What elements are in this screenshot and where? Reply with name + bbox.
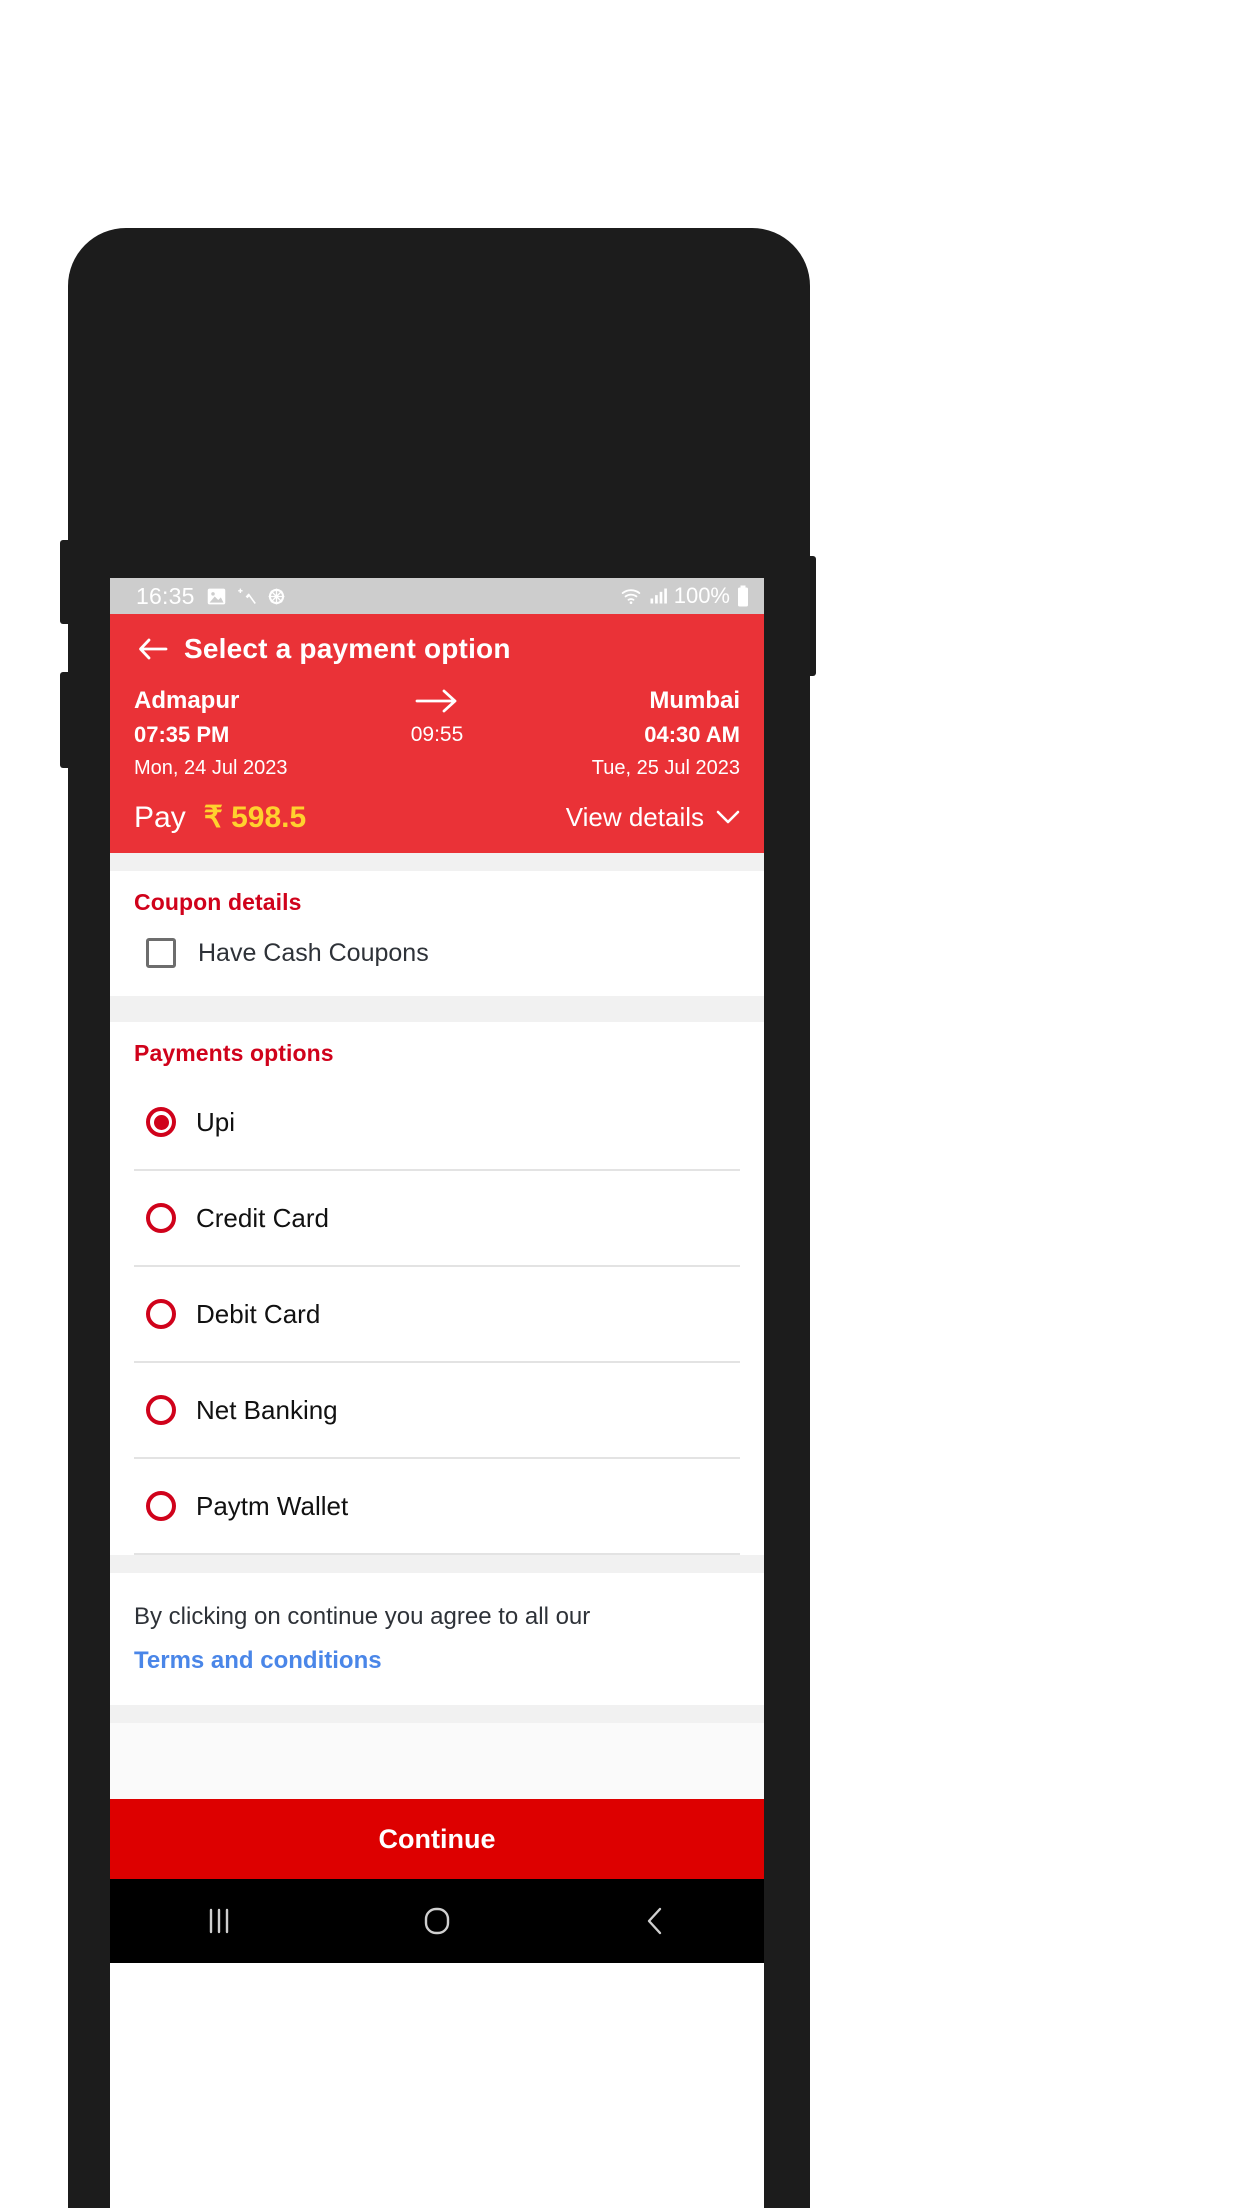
status-bar-system-icons: 100% bbox=[620, 583, 750, 609]
section-divider bbox=[110, 996, 764, 1022]
cash-coupon-label: Have Cash Coupons bbox=[198, 938, 429, 967]
title-bar: Select a payment option bbox=[110, 614, 764, 684]
coupon-section-title: Coupon details bbox=[134, 889, 302, 915]
magic-wand-icon bbox=[237, 588, 256, 604]
volume-down-button[interactable] bbox=[60, 672, 70, 768]
destination-date: Tue, 25 Jul 2023 bbox=[591, 757, 740, 779]
bottom-filler bbox=[110, 1723, 764, 1799]
recents-icon[interactable] bbox=[159, 1905, 279, 1937]
payment-option-debit-card[interactable]: Debit Card bbox=[134, 1267, 740, 1363]
back-arrow-icon[interactable] bbox=[136, 632, 170, 666]
destination-time-block: 04:30 AM bbox=[540, 718, 740, 752]
payment-option-label: Debit Card bbox=[196, 1298, 321, 1329]
journey-summary: Admapur Mumbai 07:35 PM 09:55 04:30 AM M… bbox=[110, 684, 764, 784]
journey-arrow-block bbox=[367, 684, 507, 718]
page-title: Select a payment option bbox=[184, 633, 511, 664]
journey-times-row: 07:35 PM 09:55 04:30 AM bbox=[134, 718, 740, 752]
origin-date-block: Mon, 24 Jul 2023 bbox=[134, 752, 334, 784]
continue-button-label: Continue bbox=[378, 1823, 496, 1854]
payments-section-title: Payments options bbox=[134, 1040, 334, 1066]
journey-dates-row: Mon, 24 Jul 2023 Tue, 25 Jul 2023 bbox=[134, 752, 740, 784]
payment-option-net-banking[interactable]: Net Banking bbox=[134, 1363, 740, 1459]
payment-option-label: Net Banking bbox=[196, 1394, 338, 1425]
pay-summary-row: Pay ₹ 598.5 View details bbox=[110, 784, 764, 835]
view-details-label: View details bbox=[565, 802, 704, 832]
view-details-button[interactable]: View details bbox=[566, 802, 740, 833]
cash-coupon-checkbox[interactable] bbox=[146, 938, 176, 968]
payments-section: Payments options Upi Credit Card Debit C… bbox=[110, 1022, 764, 1555]
right-arrow-icon bbox=[367, 684, 507, 718]
page-header: Select a payment option Admapur Mumbai 0… bbox=[110, 614, 764, 853]
status-bar: 16:35 100% bbox=[110, 578, 764, 614]
chevron-down-icon bbox=[716, 810, 740, 824]
origin-block: Admapur bbox=[134, 684, 334, 718]
signal-icon bbox=[650, 588, 667, 604]
journey-duration: 09:55 bbox=[410, 723, 464, 746]
continue-button[interactable]: Continue bbox=[110, 1799, 764, 1879]
section-divider bbox=[110, 1555, 764, 1573]
radio-debit-card[interactable] bbox=[146, 1299, 176, 1329]
destination-date-block: Tue, 25 Jul 2023 bbox=[540, 752, 740, 784]
payment-option-label: Credit Card bbox=[196, 1202, 329, 1233]
power-button[interactable] bbox=[806, 556, 816, 676]
payment-options-list: Upi Credit Card Debit Card Net Banking P… bbox=[134, 1067, 740, 1555]
terms-and-conditions-link[interactable]: Terms and conditions bbox=[134, 1639, 740, 1683]
pay-label: Pay bbox=[134, 800, 186, 834]
radio-paytm-wallet[interactable] bbox=[146, 1491, 176, 1521]
terms-section: By clicking on continue you agree to all… bbox=[110, 1573, 764, 1705]
payment-option-credit-card[interactable]: Credit Card bbox=[134, 1171, 740, 1267]
radio-upi[interactable] bbox=[146, 1107, 176, 1137]
cash-coupon-row[interactable]: Have Cash Coupons bbox=[134, 916, 740, 996]
battery-percentage: 100% bbox=[673, 583, 730, 608]
payment-option-paytm-wallet[interactable]: Paytm Wallet bbox=[134, 1459, 740, 1555]
payment-option-label: Paytm Wallet bbox=[196, 1490, 349, 1521]
photo-icon bbox=[207, 588, 225, 604]
phone-screen: 16:35 100% Select a payment option Admap… bbox=[110, 578, 764, 2208]
home-icon[interactable] bbox=[377, 1904, 497, 1938]
journey-cities-row: Admapur Mumbai bbox=[134, 684, 740, 718]
destination-block: Mumbai bbox=[540, 684, 740, 718]
destination-time: 04:30 AM bbox=[644, 722, 740, 747]
origin-time: 07:35 PM bbox=[134, 722, 230, 747]
destination-city: Mumbai bbox=[649, 687, 740, 714]
payment-option-label: Upi bbox=[196, 1106, 236, 1137]
wifi-icon bbox=[621, 589, 640, 604]
radio-credit-card[interactable] bbox=[146, 1203, 176, 1233]
origin-date: Mon, 24 Jul 2023 bbox=[134, 757, 288, 779]
battery-icon bbox=[738, 585, 748, 607]
radio-net-banking[interactable] bbox=[146, 1395, 176, 1425]
coupon-section: Coupon details Have Cash Coupons bbox=[110, 871, 764, 996]
back-chevron-icon[interactable] bbox=[595, 1905, 715, 1937]
duration-block: 09:55 bbox=[367, 718, 507, 752]
terms-text: By clicking on continue you agree to all… bbox=[134, 1603, 591, 1630]
section-divider bbox=[110, 1705, 764, 1723]
gear-icon bbox=[268, 588, 284, 604]
origin-city: Admapur bbox=[134, 687, 240, 714]
origin-time-block: 07:35 PM bbox=[134, 718, 334, 752]
payment-option-upi[interactable]: Upi bbox=[134, 1075, 740, 1171]
status-bar-clock: 16:35 bbox=[136, 582, 195, 609]
status-bar-notification-icons bbox=[206, 586, 287, 607]
section-divider bbox=[110, 853, 764, 871]
pay-amount: ₹ 598.5 bbox=[203, 801, 307, 834]
android-navigation-bar bbox=[110, 1879, 764, 1963]
volume-up-button[interactable] bbox=[60, 540, 70, 624]
